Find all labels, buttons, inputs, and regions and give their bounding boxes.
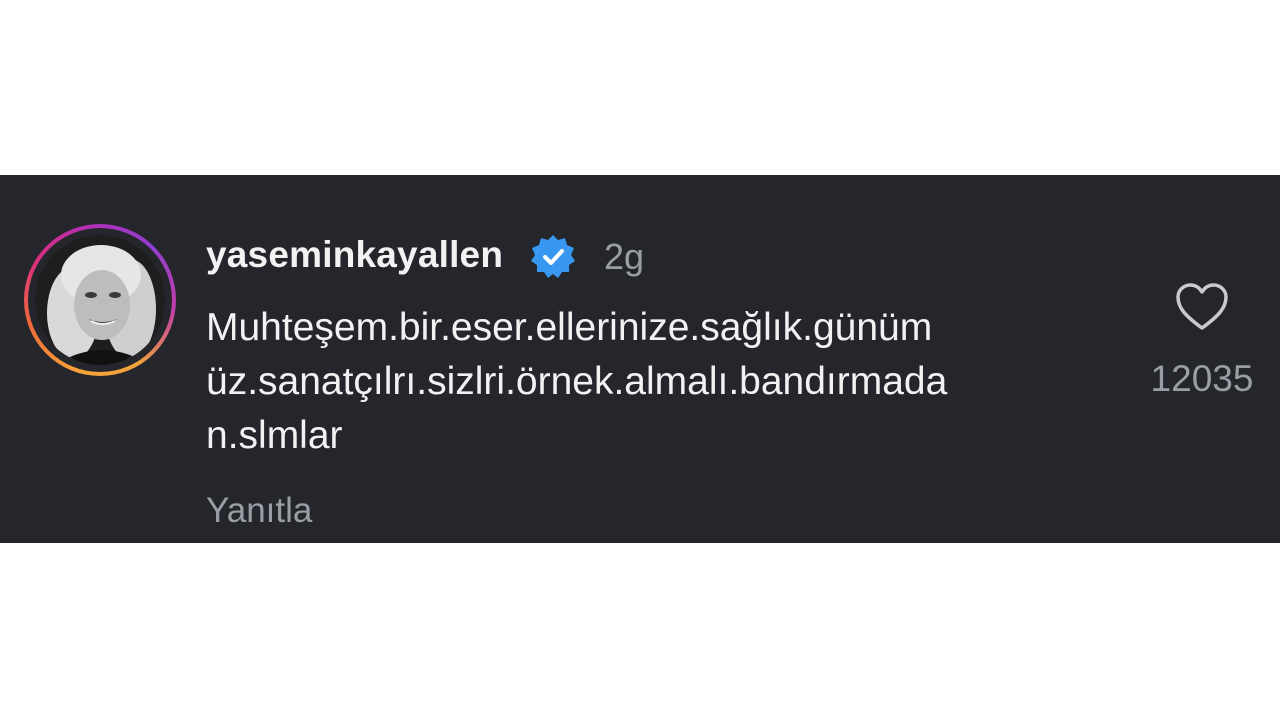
comment-username[interactable]: yaseminkayallen (206, 234, 503, 276)
reply-button[interactable]: Yanıtla (206, 491, 312, 531)
comment-text-line: üz.sanatçılrı.sizlri.örnek.almalı.bandır… (206, 360, 948, 403)
avatar[interactable] (35, 235, 165, 365)
comment-text-line: n.slmlar (206, 414, 343, 457)
comment-text: Muhteşem.bir.eser.ellerinize.sağlık.günü… (206, 301, 1116, 463)
comment-timestamp: 2g (604, 236, 645, 277)
story-ring[interactable] (24, 224, 176, 376)
comment-text-line: Muhteşem.bir.eser.ellerinize.sağlık.günü… (206, 306, 933, 349)
comment-panel: yaseminkayallen 2g Muhteşem.bir.eser.ell… (0, 175, 1280, 543)
like-count: 12035 (1150, 358, 1254, 399)
page: yaseminkayallen 2g Muhteşem.bir.eser.ell… (0, 0, 1280, 720)
verified-badge-icon (531, 235, 575, 278)
avatar-photo (35, 235, 165, 365)
heart-outline-icon[interactable] (1174, 281, 1230, 333)
